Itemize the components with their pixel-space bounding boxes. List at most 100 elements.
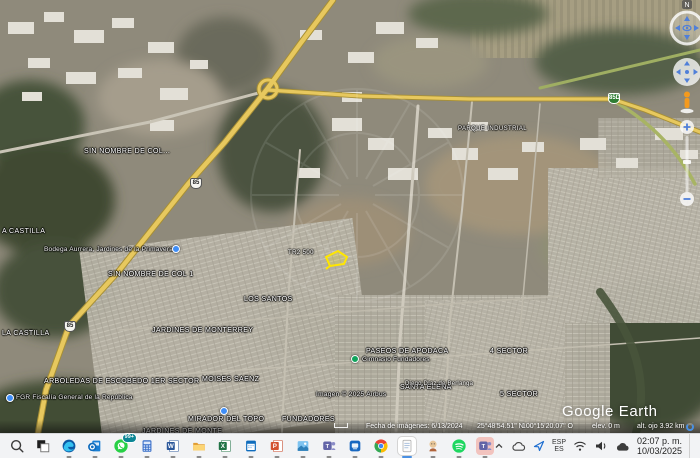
taskbar-notepad-button[interactable] [398, 437, 416, 455]
pegman-control[interactable] [681, 92, 694, 114]
taskbar-word-button[interactable]: W [164, 437, 182, 455]
dark-cloud-icon [615, 441, 630, 452]
zoom-slider[interactable] [683, 136, 691, 192]
svg-text:W: W [168, 443, 174, 450]
taskbar-outlook-button[interactable] [86, 437, 104, 455]
government-poi-icon[interactable] [6, 394, 14, 402]
streaming-indicator [686, 423, 694, 431]
windows-taskbar: 99+ W X P T T ESP ES [0, 433, 700, 458]
map-label: JARDINES DE MONTERREY [152, 327, 253, 334]
cloud-icon [511, 441, 526, 452]
store-poi-icon[interactable] [172, 245, 180, 253]
map-label: Gimnasio Fundadores [362, 356, 430, 363]
latitude-readout: 25°48'54.51" N [477, 423, 524, 430]
map-label: LOS SANTOS [244, 296, 293, 303]
photos-icon [295, 438, 311, 454]
zoom-out-button[interactable] [680, 192, 694, 206]
map-label: PARQUE INDUSTRIAL [458, 126, 527, 132]
desktop: SIN NOMBRE DE COL... PARQUE INDUSTRIAL A C… [0, 0, 700, 458]
calculator-icon [139, 438, 155, 454]
system-tray: ESP ES 02:07 p. m. 10/03/2025 [494, 434, 700, 458]
svg-text:P: P [273, 443, 277, 450]
satellite-imagery[interactable] [0, 0, 700, 433]
taskbar-calculator-button[interactable] [138, 437, 156, 455]
notification-badge: 99+ [122, 433, 137, 443]
map-label: Diego Díaz de Berlanga [405, 381, 473, 387]
speaker-icon [594, 440, 608, 452]
language-indicator[interactable]: ESP ES [552, 439, 566, 454]
teams-icon: T [321, 438, 337, 454]
location-tray-icon[interactable] [533, 440, 545, 452]
word-icon: W [165, 438, 181, 454]
taskbar-whatsapp-button[interactable]: 99+ [112, 437, 130, 455]
map-label: 5 SECTOR [500, 391, 538, 398]
tray-time: 02:07 p. m. [637, 436, 682, 447]
calendar-icon [243, 438, 259, 454]
google-earth-logo: Google Earth [562, 403, 658, 420]
taskbar-teams-alert-button[interactable]: T [476, 437, 494, 455]
taskbar-excel-button[interactable]: X [216, 437, 234, 455]
svg-text:N: N [684, 2, 689, 9]
taskbar-blue-app-button[interactable] [346, 437, 364, 455]
map-label: 4 SECTOR [490, 348, 528, 355]
powerpoint-icon: P [269, 438, 285, 454]
map-label: FGR Fiscalía General de la República [16, 394, 133, 401]
svg-text:T: T [482, 444, 486, 450]
road-shield-icon: 85 [190, 178, 202, 189]
google-earth-viewport[interactable]: SIN NOMBRE DE COL... PARQUE INDUSTRIAL A C… [0, 0, 700, 433]
onedrive-tray-icon[interactable] [511, 441, 526, 452]
spotify-icon [451, 438, 467, 454]
show-desktop-button[interactable] [689, 434, 693, 458]
taskbar-powerpoint-button[interactable]: P [268, 437, 286, 455]
longitude-readout: 100°15'20.07" O [522, 423, 573, 430]
move-joystick[interactable] [673, 58, 700, 86]
wifi-icon [573, 440, 587, 452]
map-label: SIN NOMBRE DE COL... [84, 148, 170, 155]
edge-icon [61, 438, 77, 454]
language-top: ESP [552, 439, 566, 447]
zoom-in-button[interactable] [680, 120, 694, 134]
hidden-icons-chevron[interactable] [494, 441, 504, 451]
file-explorer-icon [191, 438, 207, 454]
svg-text:T: T [326, 444, 330, 450]
wifi-tray-icon[interactable] [573, 440, 587, 452]
map-label: A CASTILLA [2, 228, 45, 235]
taskbar-file-explorer-button[interactable] [190, 437, 208, 455]
blue-app-icon [347, 438, 363, 454]
tray-date: 10/03/2025 [637, 446, 682, 457]
status-bar: Fecha de imágenes: 6/13/2024 25°48'54.51… [0, 420, 700, 433]
gym-poi-icon[interactable] [351, 355, 359, 363]
taskbar-apps: 99+ W X P T T [0, 437, 494, 455]
taskbar-search-button[interactable] [8, 437, 26, 455]
location-arrow-icon [533, 440, 545, 452]
notepad-icon [399, 438, 415, 454]
search-icon [9, 438, 25, 454]
imagery-date: Fecha de imágenes: 6/13/2024 [366, 423, 463, 430]
road-shield-icon: 85D [608, 93, 620, 104]
map-label: SIN NOMBRE DE COL 1 [108, 271, 194, 278]
taskbar-calendar-button[interactable] [242, 437, 260, 455]
excel-icon: X [217, 438, 233, 454]
weather-tray-icon[interactable] [615, 441, 630, 452]
taskbar-teams-button[interactable]: T [320, 437, 338, 455]
taskbar-task-view-button[interactable] [34, 437, 52, 455]
map-label: PASEOS DE APODACA [366, 348, 449, 355]
compass-north-button[interactable]: N [682, 0, 692, 9]
eye-altitude-readout: alt. ojo 3.92 km [637, 423, 684, 430]
language-bottom: ES [552, 446, 566, 454]
map-label: ARBOLEDAS DE ESCOBEDO 1ER SECTOR [44, 378, 199, 385]
volume-tray-icon[interactable] [594, 440, 608, 452]
road-shield-icon: 85 [64, 321, 76, 332]
mascot-app-icon [425, 438, 441, 454]
place-poi-icon[interactable] [220, 407, 228, 415]
look-joystick[interactable] [671, 12, 700, 44]
taskbar-photos-button[interactable] [294, 437, 312, 455]
taskbar-mascot-app-button[interactable] [424, 437, 442, 455]
taskbar-edge-button[interactable] [60, 437, 78, 455]
outlook-icon [87, 438, 103, 454]
teams-icon: T [477, 438, 493, 454]
clock[interactable]: 02:07 p. m. 10/03/2025 [637, 436, 682, 457]
taskbar-chrome-button[interactable] [372, 437, 390, 455]
taskbar-spotify-button[interactable] [450, 437, 468, 455]
map-label: Bodega Aurrera, Jardines de la Primavera [44, 246, 173, 253]
